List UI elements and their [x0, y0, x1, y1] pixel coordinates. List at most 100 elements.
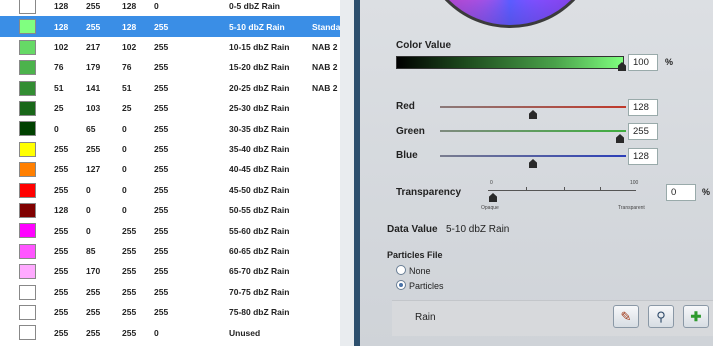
table-row[interactable]: 255 255 255 0 Unused: [0, 322, 340, 342]
cell-red: 25: [54, 103, 64, 114]
cell-green: 255: [86, 1, 101, 12]
cell-alpha: 255: [154, 266, 169, 277]
color-value-input[interactable]: 100: [628, 54, 658, 71]
cell-alpha: 0: [154, 327, 159, 338]
table-row[interactable]: 255 255 255 255 75-80 dbZ Rain: [0, 302, 340, 322]
color-swatch[interactable]: [19, 19, 36, 35]
cell-green: 255: [86, 21, 101, 32]
color-swatch[interactable]: [19, 141, 36, 157]
data-value-label: Data Value: [387, 224, 438, 235]
color-table: 128 255 128 0 0-5 dbZ Rain 128 255 128 255 5-10 d…: [0, 0, 340, 346]
cell-alpha: 255: [154, 307, 169, 318]
search-button[interactable]: ⚲: [648, 305, 674, 328]
transparency-max-label: 100: [630, 180, 639, 186]
green-thumb[interactable]: [616, 134, 624, 143]
color-swatch[interactable]: [19, 243, 36, 259]
cell-label: 40-45 dbZ Rain: [229, 164, 290, 175]
color-swatch[interactable]: [19, 60, 36, 76]
table-row[interactable]: 255 127 0 255 40-45 dbZ Rain: [0, 159, 340, 179]
cell-red: 255: [54, 143, 69, 154]
table-row[interactable]: 128 255 128 255 5-10 dbZ Rain Standa: [0, 16, 340, 37]
cell-blue: 0: [122, 205, 127, 216]
red-label: Red: [396, 101, 415, 112]
percent-symbol: %: [702, 187, 711, 197]
cell-red: 255: [54, 286, 69, 297]
cell-blue: 25: [122, 103, 132, 114]
edit-button[interactable]: ✎: [613, 305, 639, 328]
color-swatch[interactable]: [19, 121, 36, 137]
cell-green: 85: [86, 245, 96, 256]
transparency-label: Transparency: [396, 187, 462, 198]
table-row[interactable]: 255 85 255 255 60-65 dbZ Rain: [0, 241, 340, 261]
table-row[interactable]: 76 179 76 255 15-20 dbZ Rain NAB 2: [0, 57, 340, 77]
color-swatch[interactable]: [19, 223, 36, 239]
red-thumb[interactable]: [529, 110, 537, 119]
cell-blue: 0: [122, 123, 127, 134]
color-swatch[interactable]: [19, 284, 36, 300]
table-row[interactable]: 255 255 255 255 70-75 dbZ Rain: [0, 282, 340, 302]
color-swatch[interactable]: [19, 101, 36, 116]
color-swatch[interactable]: [19, 305, 36, 320]
transparency-input[interactable]: 0: [666, 184, 696, 201]
green-slider[interactable]: [440, 130, 626, 132]
cell-alpha: 255: [154, 62, 169, 73]
cell-label: 50-55 dbZ Rain: [229, 205, 290, 216]
color-swatch[interactable]: [19, 80, 36, 96]
radio-particles-label: Particles: [409, 281, 444, 291]
cell-alpha: 255: [154, 82, 169, 93]
cell-extra: Standa: [312, 21, 340, 32]
cell-blue: 255: [122, 225, 137, 236]
table-row[interactable]: 255 170 255 255 65-70 dbZ Rain: [0, 261, 340, 281]
table-row[interactable]: 255 0 0 255 45-50 dbZ Rain: [0, 180, 340, 200]
table-row[interactable]: 51 141 51 255 20-25 dbZ Rain NAB 2: [0, 78, 340, 98]
transparent-label: Transparent: [618, 205, 645, 211]
color-value-slider[interactable]: [396, 56, 624, 69]
green-input[interactable]: 255: [628, 123, 658, 140]
table-row[interactable]: 255 0 255 255 55-60 dbZ Rain: [0, 220, 340, 240]
cell-label: 30-35 dbZ Rain: [229, 123, 290, 134]
transparency-thumb[interactable]: [489, 193, 497, 202]
cell-red: 255: [54, 184, 69, 195]
radio-particles[interactable]: [396, 280, 406, 290]
pencil-icon: ✎: [620, 308, 632, 324]
cell-alpha: 255: [154, 143, 169, 154]
red-slider[interactable]: [440, 106, 626, 108]
blue-input[interactable]: 128: [628, 148, 658, 165]
table-row[interactable]: 25 103 25 255 25-30 dbZ Rain: [0, 98, 340, 118]
transparency-tick: [600, 187, 601, 191]
cell-label: 20-25 dbZ Rain: [229, 82, 290, 93]
particle-name: Rain: [415, 312, 436, 323]
blue-thumb[interactable]: [529, 159, 537, 168]
radio-none[interactable]: [396, 265, 406, 275]
cell-green: 141: [86, 82, 101, 93]
cell-extra: NAB 2: [312, 41, 338, 52]
cell-green: 255: [86, 286, 101, 297]
color-swatch[interactable]: [19, 0, 36, 14]
color-swatch[interactable]: [19, 325, 36, 341]
cell-blue: 0: [122, 164, 127, 175]
table-row[interactable]: 128 0 0 255 50-55 dbZ Rain: [0, 200, 340, 220]
cell-green: 103: [86, 103, 101, 114]
table-row[interactable]: 255 255 0 255 35-40 dbZ Rain: [0, 139, 340, 159]
cell-green: 0: [86, 184, 91, 195]
cell-extra: NAB 2: [312, 82, 338, 93]
color-swatch[interactable]: [19, 39, 36, 55]
cell-green: 255: [86, 327, 101, 338]
add-button[interactable]: ✚: [683, 305, 709, 328]
color-value-label: Color Value: [396, 40, 452, 51]
cell-blue: 102: [122, 41, 137, 52]
cell-label: 10-15 dbZ Rain: [229, 41, 290, 52]
cell-red: 255: [54, 266, 69, 277]
blue-label: Blue: [396, 150, 418, 161]
color-swatch[interactable]: [19, 162, 36, 178]
transparency-slider[interactable]: [488, 190, 636, 191]
color-swatch[interactable]: [19, 182, 36, 198]
color-swatch[interactable]: [19, 264, 36, 280]
table-row[interactable]: 102 217 102 255 10-15 dbZ Rain NAB 2: [0, 37, 340, 57]
color-swatch[interactable]: [19, 203, 36, 218]
table-row[interactable]: 0 65 0 255 30-35 dbZ Rain: [0, 118, 340, 138]
table-row[interactable]: 128 255 128 0 0-5 dbZ Rain: [0, 0, 340, 16]
blue-slider[interactable]: [440, 155, 626, 157]
cell-red: 255: [54, 245, 69, 256]
red-input[interactable]: 128: [628, 99, 658, 116]
